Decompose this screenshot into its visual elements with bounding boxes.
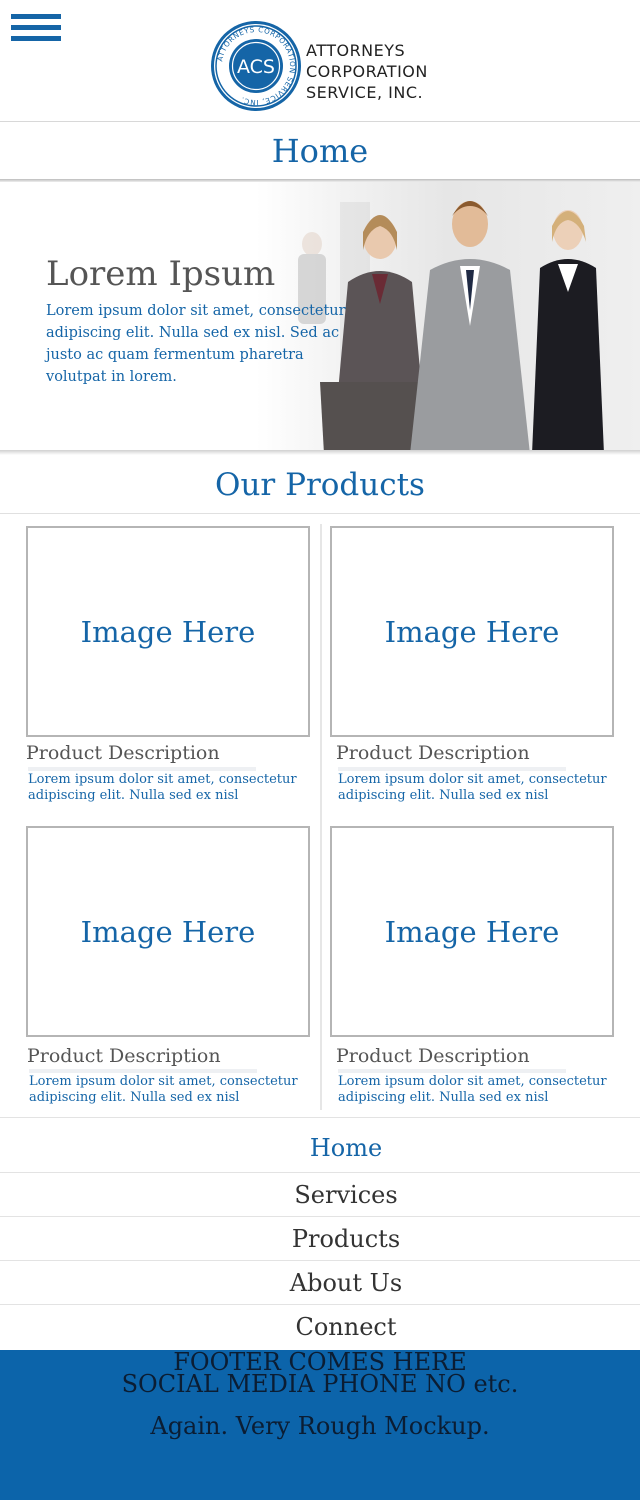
header: ATTORNEYS CORPORATION SERVICE, INC. ACS … <box>0 0 640 122</box>
hero-bottom-shadow <box>0 450 640 455</box>
product-image-placeholder[interactable]: Image Here <box>330 826 614 1037</box>
product-title: Product Description <box>27 1045 221 1067</box>
products-section-title: Our Products <box>0 456 640 514</box>
product-title-underline <box>28 767 256 771</box>
bottom-nav-menu: Home Services Products About Us Connect <box>0 1117 640 1348</box>
product-title: Product Description <box>336 742 530 764</box>
product-card[interactable]: Image Here Product Description Lorem ips… <box>26 826 316 1116</box>
product-description: Lorem ipsum dolor sit amet, consectetur … <box>29 1074 298 1105</box>
product-title-underline <box>338 767 566 771</box>
image-placeholder-label: Image Here <box>80 914 256 949</box>
nav-item-connect[interactable]: Connect <box>0 1304 640 1348</box>
image-placeholder-label: Image Here <box>384 614 560 649</box>
acs-seal-icon: ATTORNEYS CORPORATION SERVICE, INC. ACS <box>211 21 301 111</box>
product-description: Lorem ipsum dolor sit amet, consectetur … <box>338 772 607 803</box>
footer-line-3: Again. Very Rough Mockup. <box>150 1412 490 1440</box>
product-card[interactable]: Image Here Product Description Lorem ips… <box>330 826 620 1116</box>
hero-banner: Lorem Ipsum Lorem ipsum dolor sit amet, … <box>0 182 640 454</box>
nav-item-home[interactable]: Home <box>0 1117 640 1172</box>
product-description: Lorem ipsum dolor sit amet, consectetur … <box>28 772 297 803</box>
hero-text: Lorem ipsum dolor sit amet, consectetur … <box>46 303 346 385</box>
product-card[interactable]: Image Here Product Description Lorem ips… <box>26 526 316 816</box>
product-title-underline <box>29 1069 257 1073</box>
product-title-underline <box>338 1069 566 1073</box>
footer: FOOTER COMES HERE SOCIAL MEDIA PHONE NO … <box>0 1348 640 1500</box>
logo[interactable]: ATTORNEYS CORPORATION SERVICE, INC. ACS … <box>210 20 450 115</box>
hamburger-menu-icon[interactable] <box>11 14 61 42</box>
image-placeholder-label: Image Here <box>80 614 256 649</box>
product-image-placeholder[interactable]: Image Here <box>26 826 310 1037</box>
nav-item-about-us[interactable]: About Us <box>0 1260 640 1304</box>
logo-line-2: CORPORATION <box>306 62 428 81</box>
seal-acs-text: ACS <box>237 56 275 78</box>
image-placeholder-label: Image Here <box>384 914 560 949</box>
page-title: Home <box>0 122 640 180</box>
logo-line-1: ATTORNEYS <box>306 41 406 60</box>
product-image-placeholder[interactable]: Image Here <box>330 526 614 737</box>
product-title: Product Description <box>26 742 220 764</box>
footer-line-2: SOCIAL MEDIA PHONE NO etc. <box>121 1370 519 1398</box>
column-divider <box>320 524 322 1110</box>
logo-wordmark: ATTORNEYS CORPORATION SERVICE, INC. <box>306 40 428 103</box>
logo-line-3: SERVICE, INC. <box>306 83 424 102</box>
nav-item-products[interactable]: Products <box>0 1216 640 1260</box>
hero-title: Lorem Ipsum <box>46 254 276 294</box>
nav-item-services[interactable]: Services <box>0 1172 640 1216</box>
product-image-placeholder[interactable]: Image Here <box>26 526 310 737</box>
product-card[interactable]: Image Here Product Description Lorem ips… <box>330 526 620 816</box>
product-title: Product Description <box>336 1045 530 1067</box>
product-description: Lorem ipsum dolor sit amet, consectetur … <box>338 1074 607 1105</box>
